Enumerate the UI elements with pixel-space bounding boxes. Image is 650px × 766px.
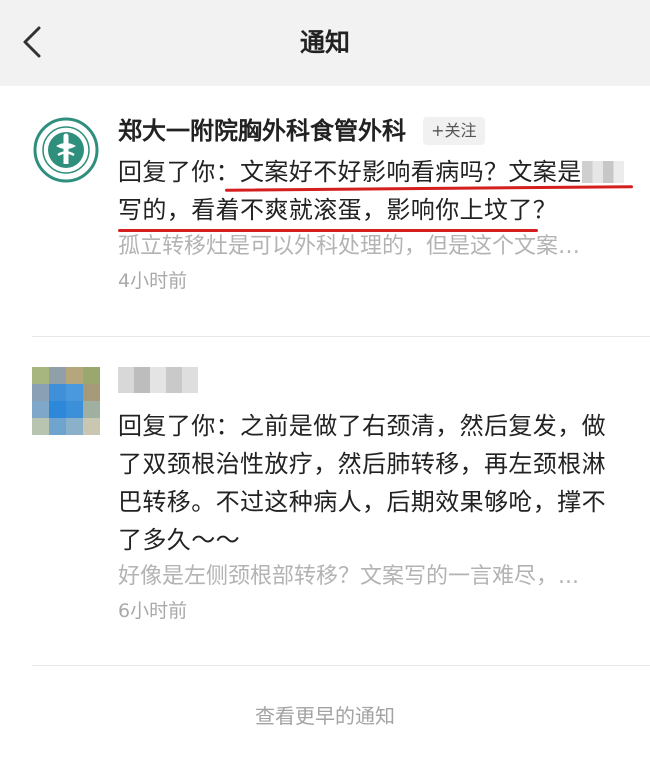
reply-part1: 文案好不好影响看病吗？文案是 (240, 158, 582, 186)
sender-name[interactable]: 郑大一附院胸外科食管外科 (118, 114, 406, 148)
notification-item[interactable]: 回复了你：之前是做了右颈清，然后复发，做了双颈根治性放疗，然后肺转移，再左颈根淋… (0, 337, 650, 665)
blurred-avatar-icon (32, 367, 100, 435)
view-earlier-notifications-link[interactable]: 查看更早的通知 (0, 694, 650, 738)
reply-prefix: 回复了你： (118, 412, 240, 440)
notification-content: 郑大一附院胸外科食管外科 +关注 回复了你：文案好不好影响看病吗？文案是写的，看… (118, 114, 628, 298)
notifications-page: 通知 郑大一附院胸外科食管外科 +关注 回复了你：文案好不好影响看病吗？文案是写… (0, 0, 650, 766)
timestamp: 6小时前 (118, 600, 188, 622)
sender-row (118, 367, 628, 401)
sender-row: 郑大一附院胸外科食管外科 +关注 (118, 114, 628, 148)
reply-part2: 写的，看着不爽就滚蛋，影响你上坟了？ (118, 196, 558, 224)
quoted-comment[interactable]: 孤立转移灶是可以外科处理的，但是这个文案… (118, 230, 628, 264)
pixelated-name (581, 161, 624, 183)
hospital-logo-icon (33, 117, 99, 183)
divider (32, 665, 650, 666)
red-underline (118, 229, 538, 232)
reply-text[interactable]: 回复了你：之前是做了右颈清，然后复发，做了双颈根治性放疗，然后肺转移，再左颈根淋… (118, 407, 628, 559)
avatar[interactable] (32, 367, 100, 435)
pixelated-sender-name[interactable] (118, 367, 198, 393)
follow-button[interactable]: +关注 (423, 117, 485, 145)
timestamp: 4小时前 (118, 270, 188, 292)
notification-content: 回复了你：之前是做了右颈清，然后复发，做了双颈根治性放疗，然后肺转移，再左颈根淋… (118, 367, 628, 628)
reply-text[interactable]: 回复了你：文案好不好影响看病吗？文案是写的，看着不爽就滚蛋，影响你上坟了？ (118, 153, 628, 229)
notification-item[interactable]: 郑大一附院胸外科食管外科 +关注 回复了你：文案好不好影响看病吗？文案是写的，看… (0, 86, 650, 336)
page-title: 通知 (299, 28, 350, 57)
quoted-comment[interactable]: 好像是左侧颈根部转移？文案写的一言难尽，... (118, 560, 628, 594)
avatar[interactable] (32, 116, 100, 184)
top-bar: 通知 (0, 0, 650, 86)
reply-prefix: 回复了你： (118, 158, 240, 186)
